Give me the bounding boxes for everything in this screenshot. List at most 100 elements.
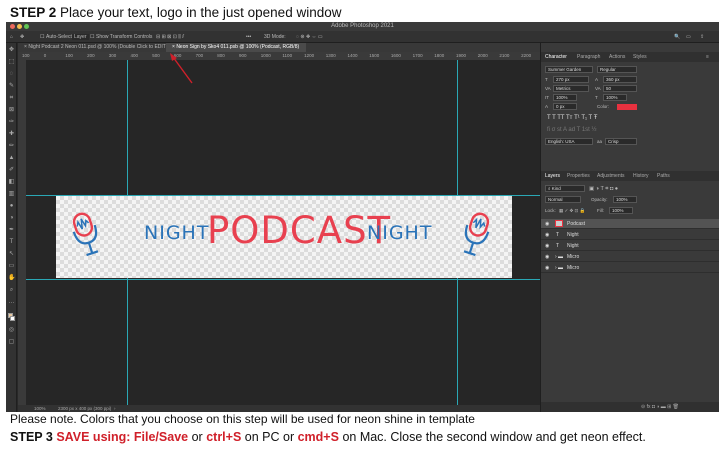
font-size-field[interactable]: 270 px xyxy=(553,76,589,83)
tab-paths[interactable]: Paths xyxy=(657,173,670,179)
path-select-icon[interactable]: ↖ xyxy=(8,251,15,258)
more-options-icon[interactable]: ••• xyxy=(246,34,251,40)
ruler-tick-label: 300 xyxy=(108,53,117,58)
vscale-field[interactable]: 100% xyxy=(553,94,577,101)
share-icon[interactable]: ⇪ xyxy=(700,34,704,40)
hand-icon[interactable]: ✋ xyxy=(8,275,15,282)
zoom-level[interactable]: 100% xyxy=(34,406,46,411)
guide-horizontal[interactable] xyxy=(26,279,540,280)
baseline-field[interactable]: 0 px xyxy=(553,103,577,110)
folder-icon[interactable]: › ▬ xyxy=(555,254,563,260)
folder-icon[interactable]: › ▬ xyxy=(555,265,563,271)
screen-mode-icon[interactable]: ▢ xyxy=(8,339,15,346)
history-brush-icon[interactable]: ✐ xyxy=(8,167,15,174)
type-style-buttons[interactable]: T T TT Tт T¹ T₁ T Ŧ xyxy=(547,115,597,121)
tab-character[interactable]: Character xyxy=(545,54,567,60)
layer-kind-filter[interactable]: ⌕ Kind xyxy=(545,185,585,192)
document-canvas[interactable]: NIGHT PODCAST NIGHT xyxy=(56,196,512,278)
language-select[interactable]: English: USA xyxy=(545,138,593,145)
show-transform-checkbox[interactable]: ☐ xyxy=(90,34,94,40)
vscale-icon: IT xyxy=(545,95,549,100)
font-family-select[interactable]: Summer Garden xyxy=(545,66,593,73)
marquee-icon[interactable]: ⬚ xyxy=(8,59,15,66)
visibility-eye-icon[interactable]: ◉ xyxy=(545,221,549,227)
eraser-icon[interactable]: ◧ xyxy=(8,179,15,186)
visibility-eye-icon[interactable]: ◉ xyxy=(545,254,549,260)
step2-caption: STEP 2 Place your text, logo in the just… xyxy=(10,5,341,20)
brush-icon[interactable]: ✏ xyxy=(8,143,15,150)
lock-icons[interactable]: ▦ ✓ ✥ ⊡ 🔒 xyxy=(559,208,585,214)
move-icon[interactable]: ✥ xyxy=(8,47,15,54)
blur-icon[interactable]: ● xyxy=(8,203,15,210)
tab-properties[interactable]: Properties xyxy=(567,173,590,179)
tab-history[interactable]: History xyxy=(633,173,649,179)
opacity-field[interactable]: 100% xyxy=(613,196,637,203)
fill-field[interactable]: 100% xyxy=(609,207,633,214)
layer-row[interactable]: ◉ › ▬ Micro xyxy=(541,252,719,262)
ruler-tick-label: 400 xyxy=(130,53,139,58)
ruler-tick-label: 1600 xyxy=(390,53,401,58)
footer-icons[interactable]: ◘ ◑ ▬ ⊞ 🗑 xyxy=(652,404,679,410)
ruler-tick-label: 1100 xyxy=(282,53,293,58)
workspace-icon[interactable]: ▭ xyxy=(686,34,691,40)
stamp-icon[interactable]: ▲ xyxy=(8,155,15,162)
background-color-icon[interactable] xyxy=(10,316,15,321)
layer-row[interactable]: ◉ T Night xyxy=(541,241,719,251)
gradient-icon[interactable]: ▥ xyxy=(8,191,15,198)
text-color-swatch[interactable] xyxy=(617,104,637,110)
tab-close-icon[interactable]: × xyxy=(24,44,27,50)
antialias-select[interactable]: Crisp xyxy=(605,138,637,145)
type-icon[interactable]: T xyxy=(8,239,15,246)
step3-ctrl: ctrl+S xyxy=(206,430,242,444)
tab-paragraph[interactable]: Paragraph xyxy=(577,54,600,60)
quick-mask-icon[interactable]: ◎ xyxy=(8,327,15,334)
tab-actions[interactable]: Actions xyxy=(609,54,625,60)
ruler-tick-label: 1900 xyxy=(456,53,467,58)
font-size-icon: T xyxy=(545,77,548,82)
tab-adjustments[interactable]: Adjustments xyxy=(597,173,625,179)
auto-select-checkbox[interactable]: ☐ xyxy=(40,34,44,40)
crop-icon[interactable]: ⌗ xyxy=(8,95,15,102)
fx-icon[interactable]: fx xyxy=(647,404,651,410)
more-tools-icon[interactable]: … xyxy=(8,299,15,306)
dodge-icon[interactable]: ◑ xyxy=(8,215,15,222)
tracking-field[interactable]: 50 xyxy=(603,85,637,92)
visibility-eye-icon[interactable]: ◉ xyxy=(545,265,549,271)
layer-row[interactable]: ◉ T Night xyxy=(541,230,719,240)
move-tool-icon[interactable]: ✥ xyxy=(20,34,24,40)
layer-name: Podcast xyxy=(567,221,586,227)
search-icon[interactable]: 🔍 xyxy=(674,34,680,40)
leading-field[interactable]: 360 px xyxy=(603,76,637,83)
pen-icon[interactable]: ✒ xyxy=(8,227,15,234)
home-icon[interactable]: ⌂ xyxy=(10,34,13,40)
opentype-buttons[interactable]: fi σ st A ad T 1st ½ xyxy=(547,127,597,133)
lasso-icon[interactable]: ◌ xyxy=(8,71,15,78)
frame-icon[interactable]: ⊠ xyxy=(8,107,15,114)
character-tabs: Character Paragraph Actions Styles ≡ xyxy=(541,52,719,62)
night-left-text: NIGHT xyxy=(144,222,210,244)
tracking-icon: VA xyxy=(595,86,601,91)
ruler-tick-label: 700 xyxy=(195,53,204,58)
3d-tools-icons[interactable]: ◌ ⊛ ✥ ⇔ ▭ xyxy=(296,34,323,40)
align-icons[interactable]: ⊟ ⊞ ⊠ ⊡ ⫼ ⫽ xyxy=(156,34,184,40)
zoom-icon[interactable]: ⌕ xyxy=(8,287,15,294)
visibility-eye-icon[interactable]: ◉ xyxy=(545,243,549,249)
healing-icon[interactable]: ✚ xyxy=(8,131,15,138)
hscale-field[interactable]: 100% xyxy=(603,94,627,101)
filter-icons[interactable]: ▣ ◑ T ⌗ ◘ ● xyxy=(589,186,618,193)
layer-row[interactable]: ◉ › ▬ Micro xyxy=(541,263,719,273)
eyedropper-icon[interactable]: ✑ xyxy=(8,119,15,126)
layer-row[interactable]: ◉ Podcast xyxy=(541,219,719,229)
quick-select-icon[interactable]: ✎ xyxy=(8,83,15,90)
font-style-select[interactable]: Regular xyxy=(597,66,637,73)
blend-mode-select[interactable]: Normal xyxy=(545,196,581,203)
tab-night-podcast[interactable]: × Night Podcast 2 Neon 011.psd @ 100% (D… xyxy=(18,43,201,52)
tab-layers[interactable]: Layers xyxy=(545,173,560,179)
kerning-field[interactable]: Metrics xyxy=(553,85,589,92)
panel-menu-icon[interactable]: ≡ xyxy=(706,54,709,60)
layer-select[interactable]: Layer xyxy=(72,34,89,40)
tab-styles[interactable]: Styles xyxy=(633,54,647,60)
status-arrow-icon[interactable]: › xyxy=(114,406,116,411)
shape-icon[interactable]: ▭ xyxy=(8,263,15,270)
visibility-eye-icon[interactable]: ◉ xyxy=(545,232,549,238)
